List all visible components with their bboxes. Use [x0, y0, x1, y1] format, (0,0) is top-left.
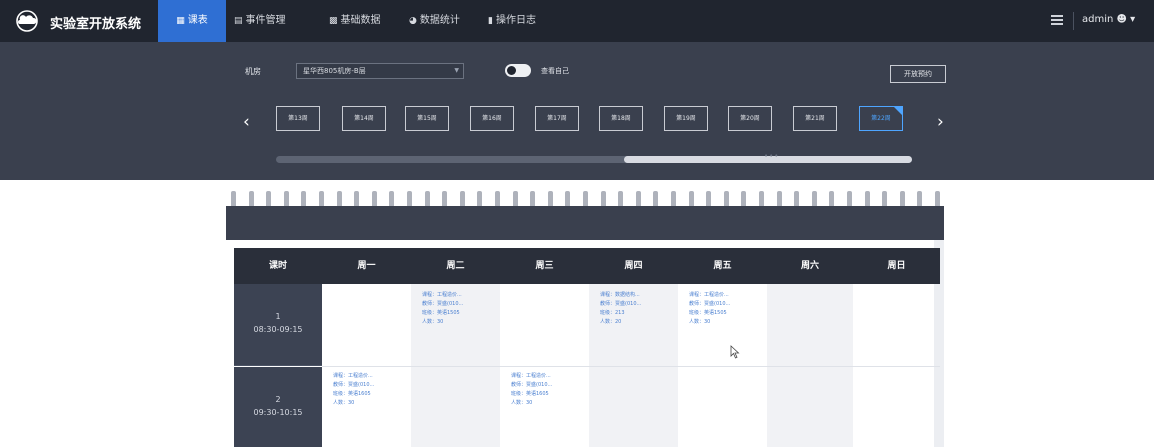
course-name: 课程：工程造价...: [333, 373, 373, 379]
document-icon: ▮: [488, 16, 493, 26]
week-button[interactable]: 第14周: [342, 106, 386, 131]
course-class: 班级：英语1505: [422, 310, 460, 316]
period-cell: 1 08:30-09:15: [234, 284, 322, 366]
header-day: 周五: [713, 261, 732, 271]
dropdown-caret-icon: ▼: [454, 67, 459, 74]
row-divider: [322, 366, 940, 367]
course-teacher: 教师：贾盛(010...: [422, 301, 464, 307]
chevron-down-icon: ▾: [1130, 14, 1136, 25]
scrollbar-thumb[interactable]: •••: [624, 152, 912, 163]
period-cell: 2 09:30-10:15: [234, 367, 322, 447]
course-teacher: 教师：贾盛(010...: [333, 382, 375, 388]
header-day: 周二: [446, 261, 465, 271]
week-button-active[interactable]: 第22周: [859, 106, 903, 131]
course-count: 人数：20: [600, 319, 622, 325]
course-name: 课程：工程造价...: [422, 292, 462, 298]
mouse-pointer-icon: [730, 345, 740, 359]
nav-tab-label: 基础数据: [340, 15, 381, 26]
nav-tab-label: 事件管理: [245, 15, 286, 26]
top-navigation-bar: 实验室开放系统 ▦ 课表 ▤ 事件管理 ▩ 基础数据 ◕ 数据统计 ▮ 操作日志 admi…: [0, 0, 1154, 42]
week-scrollbar[interactable]: •••: [276, 152, 912, 163]
nav-tab-operation-log[interactable]: ▮ 操作日志: [488, 0, 536, 42]
course-count: 人数：30: [333, 400, 355, 406]
course-teacher: 教师：贾盛(010...: [600, 301, 642, 307]
week-button[interactable]: 第17周: [535, 106, 579, 131]
header-day: 周六: [800, 261, 819, 271]
course-count: 人数：30: [511, 400, 533, 406]
nav-tab-statistics[interactable]: ◕ 数据统计: [409, 0, 460, 42]
header-day: 周一: [357, 261, 376, 271]
course-class: 班级：英语1505: [689, 310, 727, 316]
list-icon: ▤: [234, 16, 243, 26]
room-label: 机房: [245, 67, 261, 76]
period-number: 1: [275, 312, 281, 321]
period-time: 09:30-10:15: [253, 408, 303, 417]
course-name: 课程：工程造价...: [689, 292, 729, 298]
period-time: 08:30-09:15: [253, 325, 303, 334]
week-button[interactable]: 第18周: [599, 106, 643, 131]
course-name: 课程：数据结构...: [600, 292, 640, 298]
course-class: 班级：英语1605: [511, 391, 549, 397]
nav-tab-events[interactable]: ▤ 事件管理: [234, 0, 286, 42]
course-class: 班级：213: [600, 310, 625, 316]
open-booking-button[interactable]: 开放预约: [890, 65, 946, 83]
room-select[interactable]: 星华西805机房-B层 ▼: [296, 63, 464, 79]
header-day: 周三: [535, 261, 554, 271]
view-own-label: 查看自己: [541, 67, 569, 75]
user-icon: ☻: [1116, 14, 1127, 25]
view-own-toggle[interactable]: [505, 64, 531, 77]
calendar-header-band: [226, 206, 944, 240]
grip-icon: •••: [764, 152, 780, 160]
week-button[interactable]: 第20周: [728, 106, 772, 131]
calendar-icon: ▦: [176, 16, 185, 26]
room-select-value: 星华西805机房-B层: [303, 67, 366, 75]
course-teacher: 教师：贾盛(010...: [511, 382, 553, 388]
course-entry[interactable]: 课程：工程造价... 教师：贾盛(010... 班级：英语1505 人数：30: [422, 291, 463, 327]
week-button[interactable]: 第16周: [470, 106, 514, 131]
cloud-logo-icon: [16, 10, 38, 32]
nav-tab-schedule[interactable]: ▦ 课表: [158, 0, 226, 42]
week-button[interactable]: 第13周: [276, 106, 320, 131]
week-label: 第22周: [871, 115, 891, 122]
user-menu[interactable]: admin ☻ ▾: [1082, 14, 1135, 25]
prev-week-icon[interactable]: ‹: [243, 112, 250, 132]
next-week-icon[interactable]: ›: [937, 112, 944, 132]
course-entry[interactable]: 课程：工程造价... 教师：贾盛(010... 班级：英语1605 人数：30: [511, 372, 552, 408]
course-count: 人数：30: [422, 319, 444, 325]
period-number: 2: [275, 395, 281, 404]
menu-icon[interactable]: [1051, 15, 1063, 26]
app-title: 实验室开放系统: [50, 17, 142, 32]
pie-chart-icon: ◕: [409, 16, 417, 26]
course-entry[interactable]: 课程：数据结构... 教师：贾盛(010... 班级：213 人数：20: [600, 291, 641, 327]
nav-tab-basic-data[interactable]: ▩ 基础数据: [329, 0, 381, 42]
divider: [1073, 12, 1074, 30]
week-button[interactable]: 第21周: [793, 106, 837, 131]
bar-chart-icon: ▩: [329, 16, 338, 26]
toggle-knob: [507, 66, 516, 75]
course-entry[interactable]: 课程：工程造价... 教师：贾盛(010... 班级：英语1605 人数：30: [333, 372, 374, 408]
header-period: 课时: [268, 261, 287, 271]
week-button[interactable]: 第15周: [405, 106, 449, 131]
course-name: 课程：工程造价...: [511, 373, 551, 379]
course-class: 班级：英语1605: [333, 391, 371, 397]
nav-tab-label: 数据统计: [419, 15, 460, 26]
header-day: 周四: [624, 261, 643, 271]
course-teacher: 教师：贾盛(010...: [689, 301, 731, 307]
selected-corner-icon: [893, 106, 903, 116]
nav-tab-label: 操作日志: [495, 15, 536, 26]
nav-tab-label: 课表: [187, 15, 208, 26]
filter-panel: 机房 星华西805机房-B层 ▼ 查看自己 开放预约 ‹ › 第13周 第14周…: [0, 42, 1154, 180]
week-button[interactable]: 第19周: [664, 106, 708, 131]
header-day: 周日: [887, 261, 906, 271]
course-count: 人数：30: [689, 319, 711, 325]
course-entry[interactable]: 课程：工程造价... 教师：贾盛(010... 班级：英语1505 人数：30: [689, 291, 730, 327]
user-name: admin: [1082, 14, 1114, 25]
